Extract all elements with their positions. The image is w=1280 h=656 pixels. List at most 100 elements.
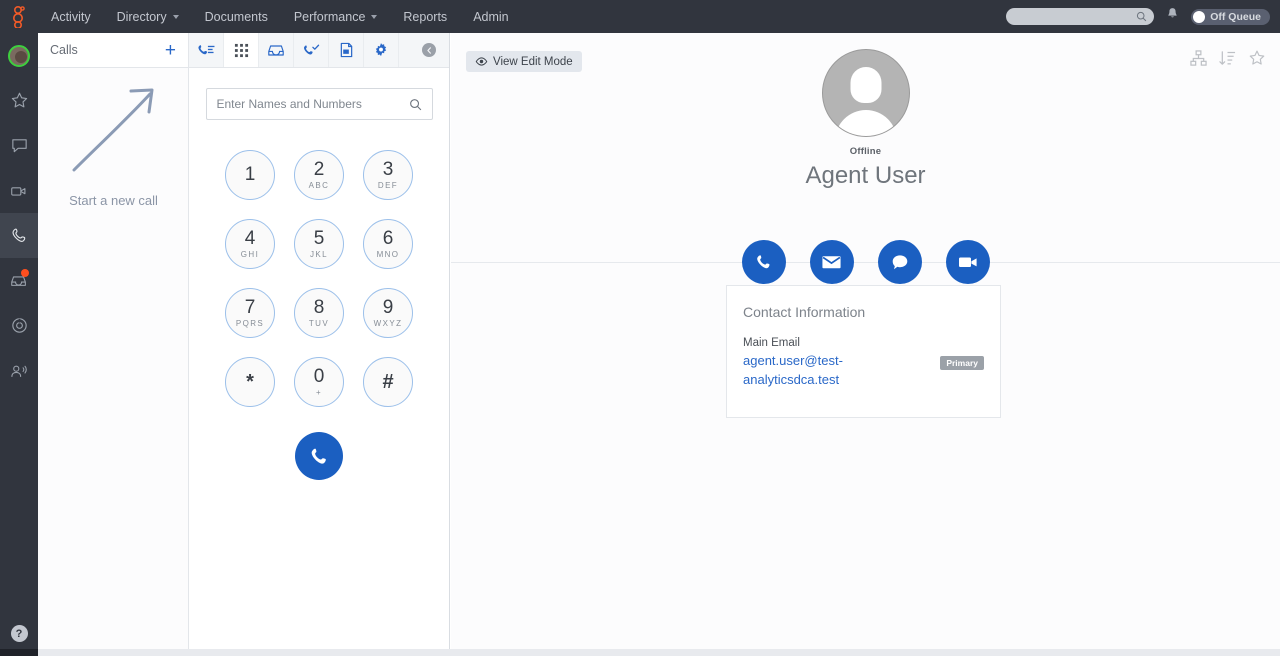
- nav-item-label: Documents: [205, 10, 268, 24]
- panel-toolbar: [189, 33, 449, 67]
- search-icon[interactable]: [409, 98, 422, 111]
- rail-item-avatar[interactable]: [0, 33, 38, 78]
- dialpad-key-7[interactable]: 7 PQRS: [225, 288, 275, 338]
- rail-item-voicemail[interactable]: [0, 258, 38, 303]
- email-action-button[interactable]: [810, 240, 854, 284]
- tool-dialpad[interactable]: [224, 33, 259, 67]
- gear-icon: [373, 42, 389, 58]
- tool-voicemail[interactable]: [259, 33, 294, 67]
- status-badge[interactable]: Off Queue: [1191, 9, 1270, 25]
- curved-arrow-up-right-icon: [38, 68, 189, 198]
- left-rail: ?: [0, 33, 38, 656]
- dialpad-key-6[interactable]: 6 MNO: [363, 219, 413, 269]
- dialpad-key-1[interactable]: 1: [225, 150, 275, 200]
- calls-panel: Calls +: [38, 33, 450, 649]
- profile-action-buttons: [451, 240, 1280, 284]
- video-camera-icon: [9, 181, 29, 201]
- key-letters: WXYZ: [374, 319, 403, 328]
- message-action-button[interactable]: [878, 240, 922, 284]
- global-search-input[interactable]: [1006, 8, 1154, 25]
- chevron-down-icon: [173, 15, 179, 19]
- key-letters: +: [316, 388, 322, 397]
- rail-item-favorites[interactable]: [0, 78, 38, 123]
- call-action-button[interactable]: [742, 240, 786, 284]
- dialpad-search-field[interactable]: [206, 88, 433, 120]
- nav-item-activity[interactable]: Activity: [38, 0, 104, 33]
- collapse-panel-button[interactable]: [422, 43, 436, 57]
- dialpad-key-star[interactable]: *: [225, 357, 275, 407]
- dialpad-key-5[interactable]: 5 JKL: [294, 219, 344, 269]
- bottom-strip-rail: [0, 649, 38, 656]
- key-number: 5: [314, 229, 325, 248]
- chat-bubble-icon: [890, 253, 910, 272]
- place-call-button[interactable]: [295, 432, 343, 480]
- status-dot: [1193, 11, 1205, 23]
- rail-item-workspace[interactable]: [0, 303, 38, 348]
- help-button[interactable]: ?: [11, 625, 28, 642]
- page-title: Agent User: [451, 162, 1280, 190]
- bottom-strip: [38, 649, 1280, 656]
- nav-item-directory[interactable]: Directory: [104, 0, 192, 33]
- nav-item-label: Activity: [51, 10, 91, 24]
- nav-item-label: Reports: [403, 10, 447, 24]
- dialpad-key-2[interactable]: 2 ABC: [294, 150, 344, 200]
- notification-badge: [21, 269, 29, 277]
- nav-item-documents[interactable]: Documents: [192, 0, 281, 33]
- dialpad-key-4[interactable]: 4 GHI: [225, 219, 275, 269]
- key-number: 0: [314, 367, 325, 386]
- key-number: #: [382, 372, 393, 392]
- rail-item-video[interactable]: [0, 168, 38, 213]
- rail-item-messages[interactable]: [0, 123, 38, 168]
- sort-list-icon[interactable]: [1219, 50, 1236, 72]
- dialpad-key-pound[interactable]: #: [363, 357, 413, 407]
- star-icon[interactable]: [1248, 49, 1266, 72]
- dialpad-icon: [234, 43, 249, 58]
- phone-list-icon: [198, 43, 215, 58]
- key-letters: ABC: [309, 181, 330, 190]
- toolbar-spacer: [399, 33, 409, 67]
- person-speaking-icon: [9, 361, 29, 381]
- tool-fax[interactable]: [329, 33, 364, 67]
- collapse-zone: [409, 33, 449, 67]
- key-number: 8: [314, 298, 325, 317]
- bell-icon[interactable]: [1166, 7, 1179, 26]
- hierarchy-icon[interactable]: [1190, 50, 1207, 72]
- dialpad-key-0[interactable]: 0 +: [294, 357, 344, 407]
- main-email-value[interactable]: agent.user@test-analyticsdca.test: [743, 352, 903, 390]
- genesys-logo-icon[interactable]: [0, 6, 38, 28]
- envelope-icon: [821, 254, 842, 270]
- key-number: *: [246, 372, 254, 392]
- profile-actions: [1190, 49, 1266, 72]
- key-number: 2: [314, 160, 325, 179]
- dialpad-key-9[interactable]: 9 WXYZ: [363, 288, 413, 338]
- nav-item-admin[interactable]: Admin: [460, 0, 521, 33]
- view-edit-mode-button[interactable]: View Edit Mode: [466, 51, 582, 72]
- tool-call-list[interactable]: [189, 33, 224, 67]
- eye-icon: [475, 57, 488, 66]
- tool-settings[interactable]: [364, 33, 399, 67]
- panel-title: Calls: [50, 43, 78, 57]
- dialpad-key-8[interactable]: 8 TUV: [294, 288, 344, 338]
- nav-item-performance[interactable]: Performance: [281, 0, 391, 33]
- key-letters: DEF: [378, 181, 398, 190]
- tool-call-history[interactable]: [294, 33, 329, 67]
- video-action-button[interactable]: [946, 240, 990, 284]
- add-call-button[interactable]: +: [165, 41, 176, 60]
- top-navigation-bar: Activity Directory Documents Performance…: [0, 0, 1280, 33]
- rail-item-calls[interactable]: [0, 213, 38, 258]
- dialpad-search-input[interactable]: [217, 97, 409, 111]
- dialpad-key-3[interactable]: 3 DEF: [363, 150, 413, 200]
- dialpad-keys: 1 2 ABC 3 DEF 4 GHI 5 JKL 6: [216, 140, 423, 416]
- chat-bubble-icon: [10, 136, 29, 155]
- panel-title-zone: Calls +: [38, 33, 189, 67]
- key-number: 4: [245, 229, 256, 248]
- search-icon: [1136, 11, 1147, 22]
- key-letters: MNO: [377, 250, 400, 259]
- rail-item-agent-assist[interactable]: [0, 348, 38, 393]
- nav-item-reports[interactable]: Reports: [390, 0, 460, 33]
- panel-header: Calls +: [38, 33, 449, 68]
- avatar-head: [850, 67, 881, 103]
- nav-item-label: Performance: [294, 10, 366, 24]
- field-row: agent.user@test-analyticsdca.test Primar…: [743, 352, 984, 390]
- key-letters: PQRS: [236, 319, 264, 328]
